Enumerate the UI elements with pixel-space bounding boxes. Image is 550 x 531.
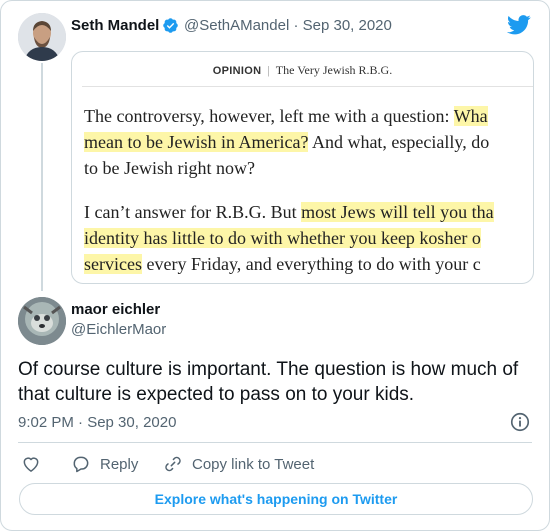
heart-icon	[23, 457, 39, 472]
article-line: mean to be Jewish in America? And what, …	[84, 132, 490, 152]
copy-link-button[interactable]: Copy link to Tweet	[163, 453, 314, 475]
thread-connector-line	[41, 63, 43, 291]
maor-eichler-avatar[interactable]	[18, 297, 66, 345]
article-line: I can’t answer for R.B.G. But most Jews …	[84, 202, 494, 222]
article-line: The controversy, however, left me with a…	[84, 106, 488, 126]
like-button[interactable]	[21, 453, 50, 475]
article-header: OPINION | The Very Jewish R.B.G.	[212, 63, 393, 77]
embedded-tweet-card: Seth Mandel @SethAMandel · Sep 30, 2020 …	[0, 0, 550, 531]
reply-author-handle[interactable]: @EichlerMaor	[71, 321, 166, 338]
link-icon	[165, 456, 181, 472]
article-divider	[82, 86, 533, 87]
twitter-bird-icon[interactable]	[507, 15, 531, 35]
info-icon[interactable]	[509, 411, 531, 433]
article-paragraph-2: I can’t answer for R.B.G. But most Jews …	[84, 199, 533, 277]
copy-link-label: Copy link to Tweet	[192, 455, 315, 473]
article-line: to be Jewish right now?	[84, 158, 255, 178]
article-section-label: OPINION	[212, 65, 262, 77]
article-excerpt-image[interactable]: OPINION | The Very Jewish R.B.G. The contr…	[71, 51, 534, 284]
reply-label: Reply	[100, 455, 139, 473]
actions-divider	[18, 442, 532, 443]
quoted-handle-and-date[interactable]: @SethAMandel · Sep 30, 2020	[184, 17, 392, 34]
verified-badge-icon	[163, 18, 178, 33]
article-paragraph-1: The controversy, however, left me with a…	[84, 103, 533, 181]
article-title: The Very Jewish R.B.G.	[275, 63, 393, 77]
article-line: identity has little to do with whether y…	[84, 228, 481, 248]
seth-mandel-avatar[interactable]	[18, 13, 66, 61]
reply-text: Of course culture is important. The ques…	[18, 359, 519, 405]
explore-twitter-button[interactable]: Explore what's happening on Twitter	[19, 483, 533, 515]
article-line: services every Friday, and everything to…	[84, 254, 481, 274]
reply-button[interactable]: Reply	[71, 453, 138, 475]
reply-timestamp[interactable]: 9:02 PM · Sep 30, 2020	[18, 414, 176, 431]
reply-bubble-icon	[73, 456, 89, 473]
quoted-author-name[interactable]: Seth Mandel	[71, 17, 159, 34]
reply-author-name[interactable]: maor eichler	[71, 301, 160, 318]
